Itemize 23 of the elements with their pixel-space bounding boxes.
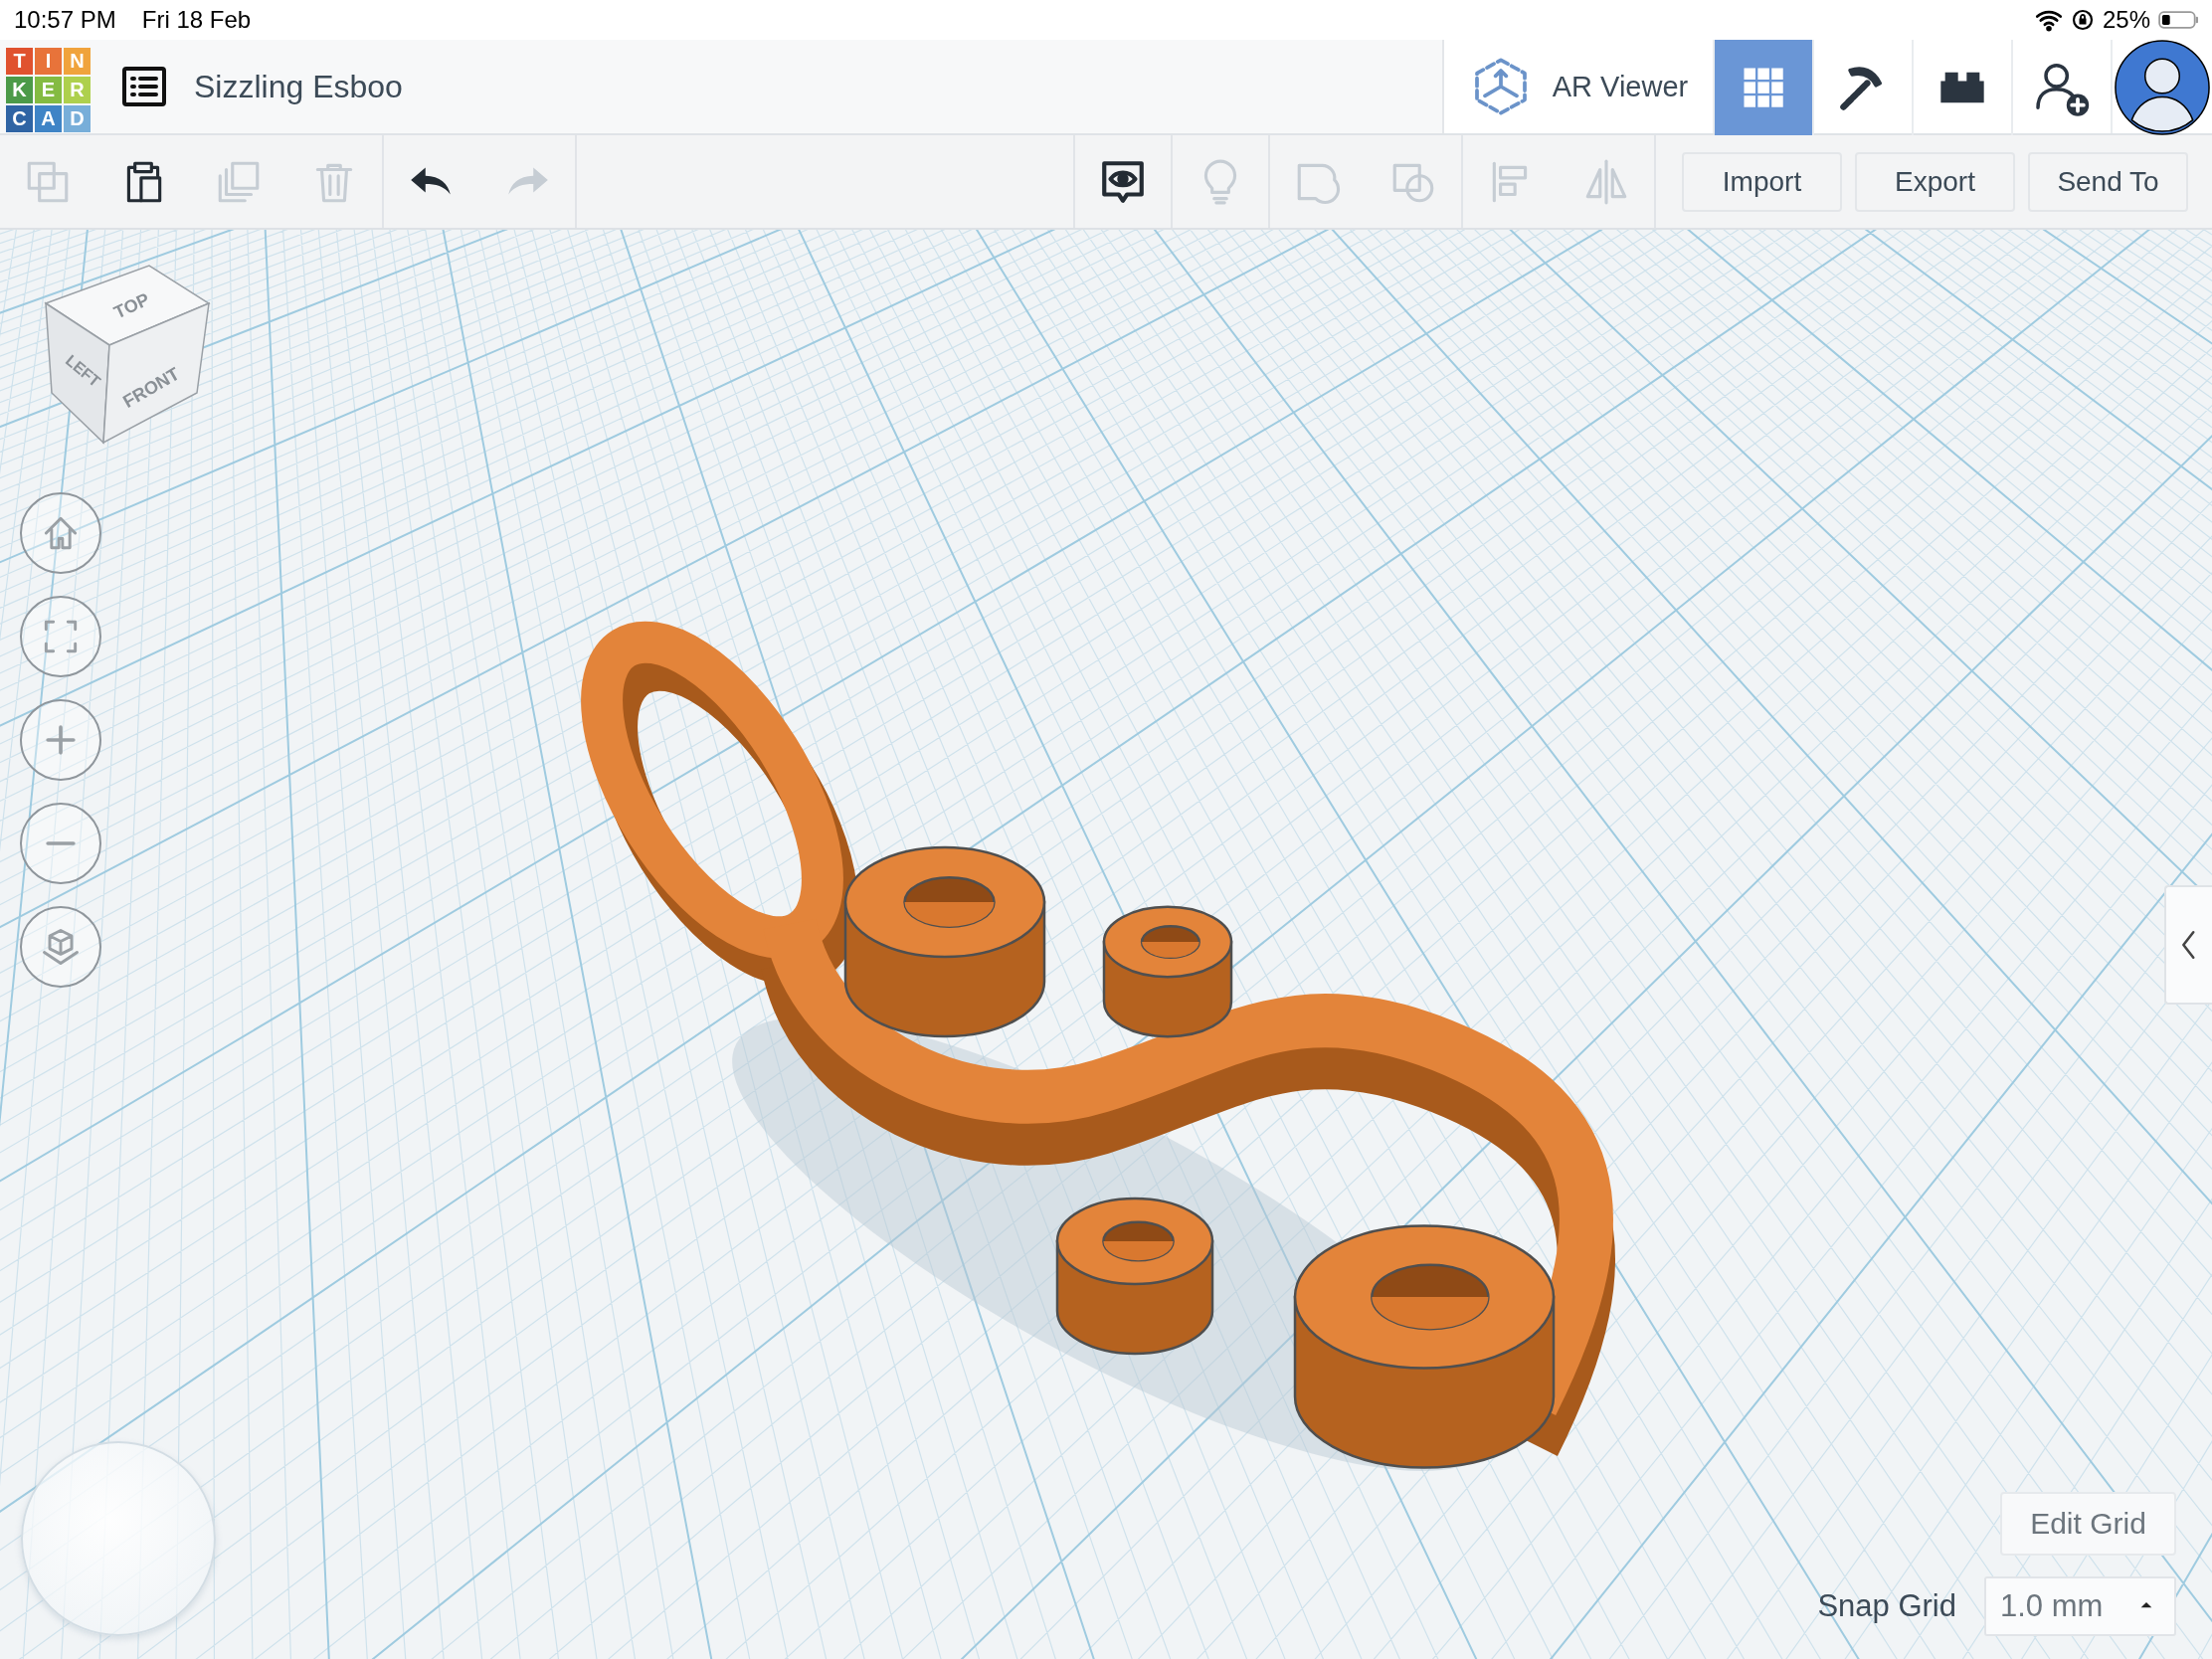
project-title: Sizzling Esboo	[194, 68, 403, 105]
ar-viewer-link[interactable]: AR Viewer	[1552, 70, 1689, 103]
home-button[interactable]	[20, 492, 101, 574]
panel-toggle-button[interactable]	[2164, 885, 2212, 1005]
battery-percentage: 25%	[2102, 6, 2150, 34]
edit-grid-button[interactable]: Edit Grid	[2000, 1492, 2176, 1556]
snap-grid-label: Snap Grid	[1817, 1588, 1956, 1624]
zoom-out-button[interactable]	[20, 803, 101, 884]
status-time: 10:57 PM	[14, 6, 116, 34]
view-cube[interactable]	[44, 265, 211, 445]
zoom-in-button[interactable]	[20, 699, 101, 781]
status-date: Fri 18 Feb	[141, 6, 252, 34]
fit-view-button[interactable]	[20, 596, 101, 677]
user-avatar[interactable]	[2115, 40, 2210, 135]
rotation-lock-icon	[2070, 8, 2095, 32]
tinkercad-logo: T I N K E R C A D	[6, 47, 91, 132]
export-button[interactable]: Export	[1855, 151, 2015, 212]
battery-icon	[2158, 10, 2198, 30]
send-to-button[interactable]: Send To	[2028, 151, 2188, 212]
import-button[interactable]: Import	[1682, 151, 1842, 212]
snap-grid-dropdown[interactable]: 1.0 mm	[1984, 1576, 2176, 1636]
cube-face-label: TOP	[110, 288, 153, 323]
perspective-button[interactable]	[20, 906, 101, 988]
